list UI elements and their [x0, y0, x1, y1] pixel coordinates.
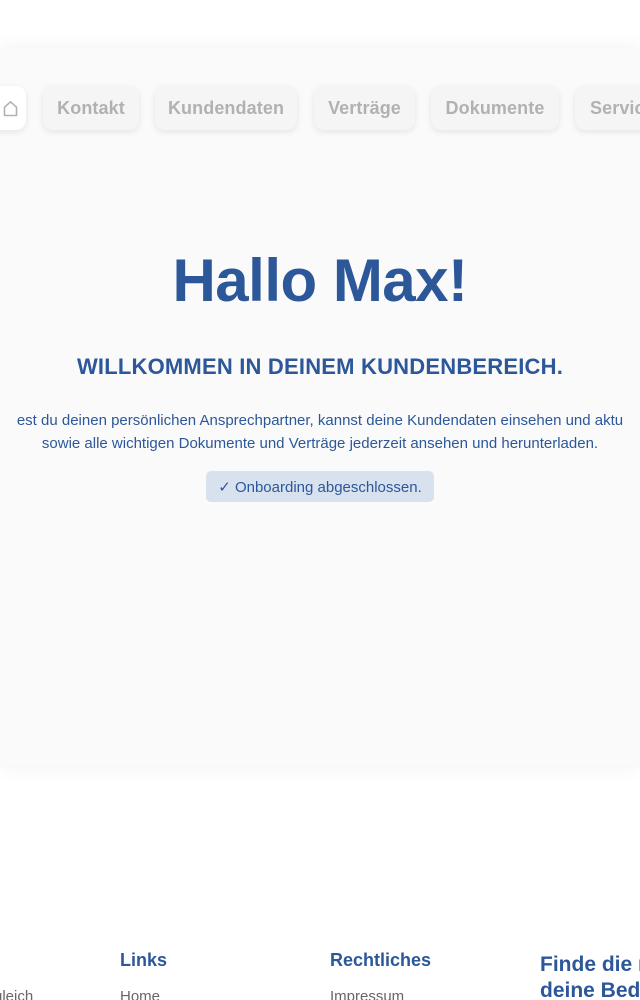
nav-tab-kundendaten[interactable]: Kundendaten	[155, 86, 297, 130]
footer-cta-line-2: deine Bed	[540, 979, 640, 1000]
welcome-subtitle: WILLKOMMEN IN DEINEM KUNDENBEREICH.	[76, 354, 564, 379]
footer-link-impressum[interactable]: Impressum	[330, 988, 404, 1000]
nav-tab-kontakt[interactable]: Kontakt	[43, 86, 139, 130]
nav-tab-dokumente[interactable]: Dokumente	[431, 86, 559, 130]
onboarding-status-badge: ✓ Onboarding abgeschlossen.	[206, 471, 434, 502]
customer-area-panel: Kontakt Kundendaten Verträge Dokumente S…	[0, 48, 640, 766]
footer-cta-line-1: Finde die r	[540, 953, 640, 976]
footer-legal-heading: Rechtliches	[330, 950, 432, 970]
footer-links-heading: Links	[120, 950, 168, 970]
greeting-heading: Hallo Max!	[172, 247, 468, 314]
footer-link-cut-off[interactable]: gleich	[0, 988, 33, 1000]
footer-cta-heading: Finde die r deine Bed	[540, 952, 640, 1000]
footer-link-home[interactable]: Home	[120, 988, 160, 1000]
main-navigation: Kontakt Kundendaten Verträge Dokumente S…	[0, 48, 640, 178]
home-icon	[3, 100, 18, 117]
nav-tab-vertraege[interactable]: Verträge	[314, 86, 415, 130]
nav-tab-service[interactable]: Servic	[575, 86, 640, 130]
intro-text-line-1: est du deinen persönlichen Ansprechpartn…	[16, 412, 624, 429]
nav-home-button[interactable]	[0, 86, 26, 130]
intro-text-line-2: sowie alle wichtigen Dokumente und Vertr…	[41, 435, 599, 452]
